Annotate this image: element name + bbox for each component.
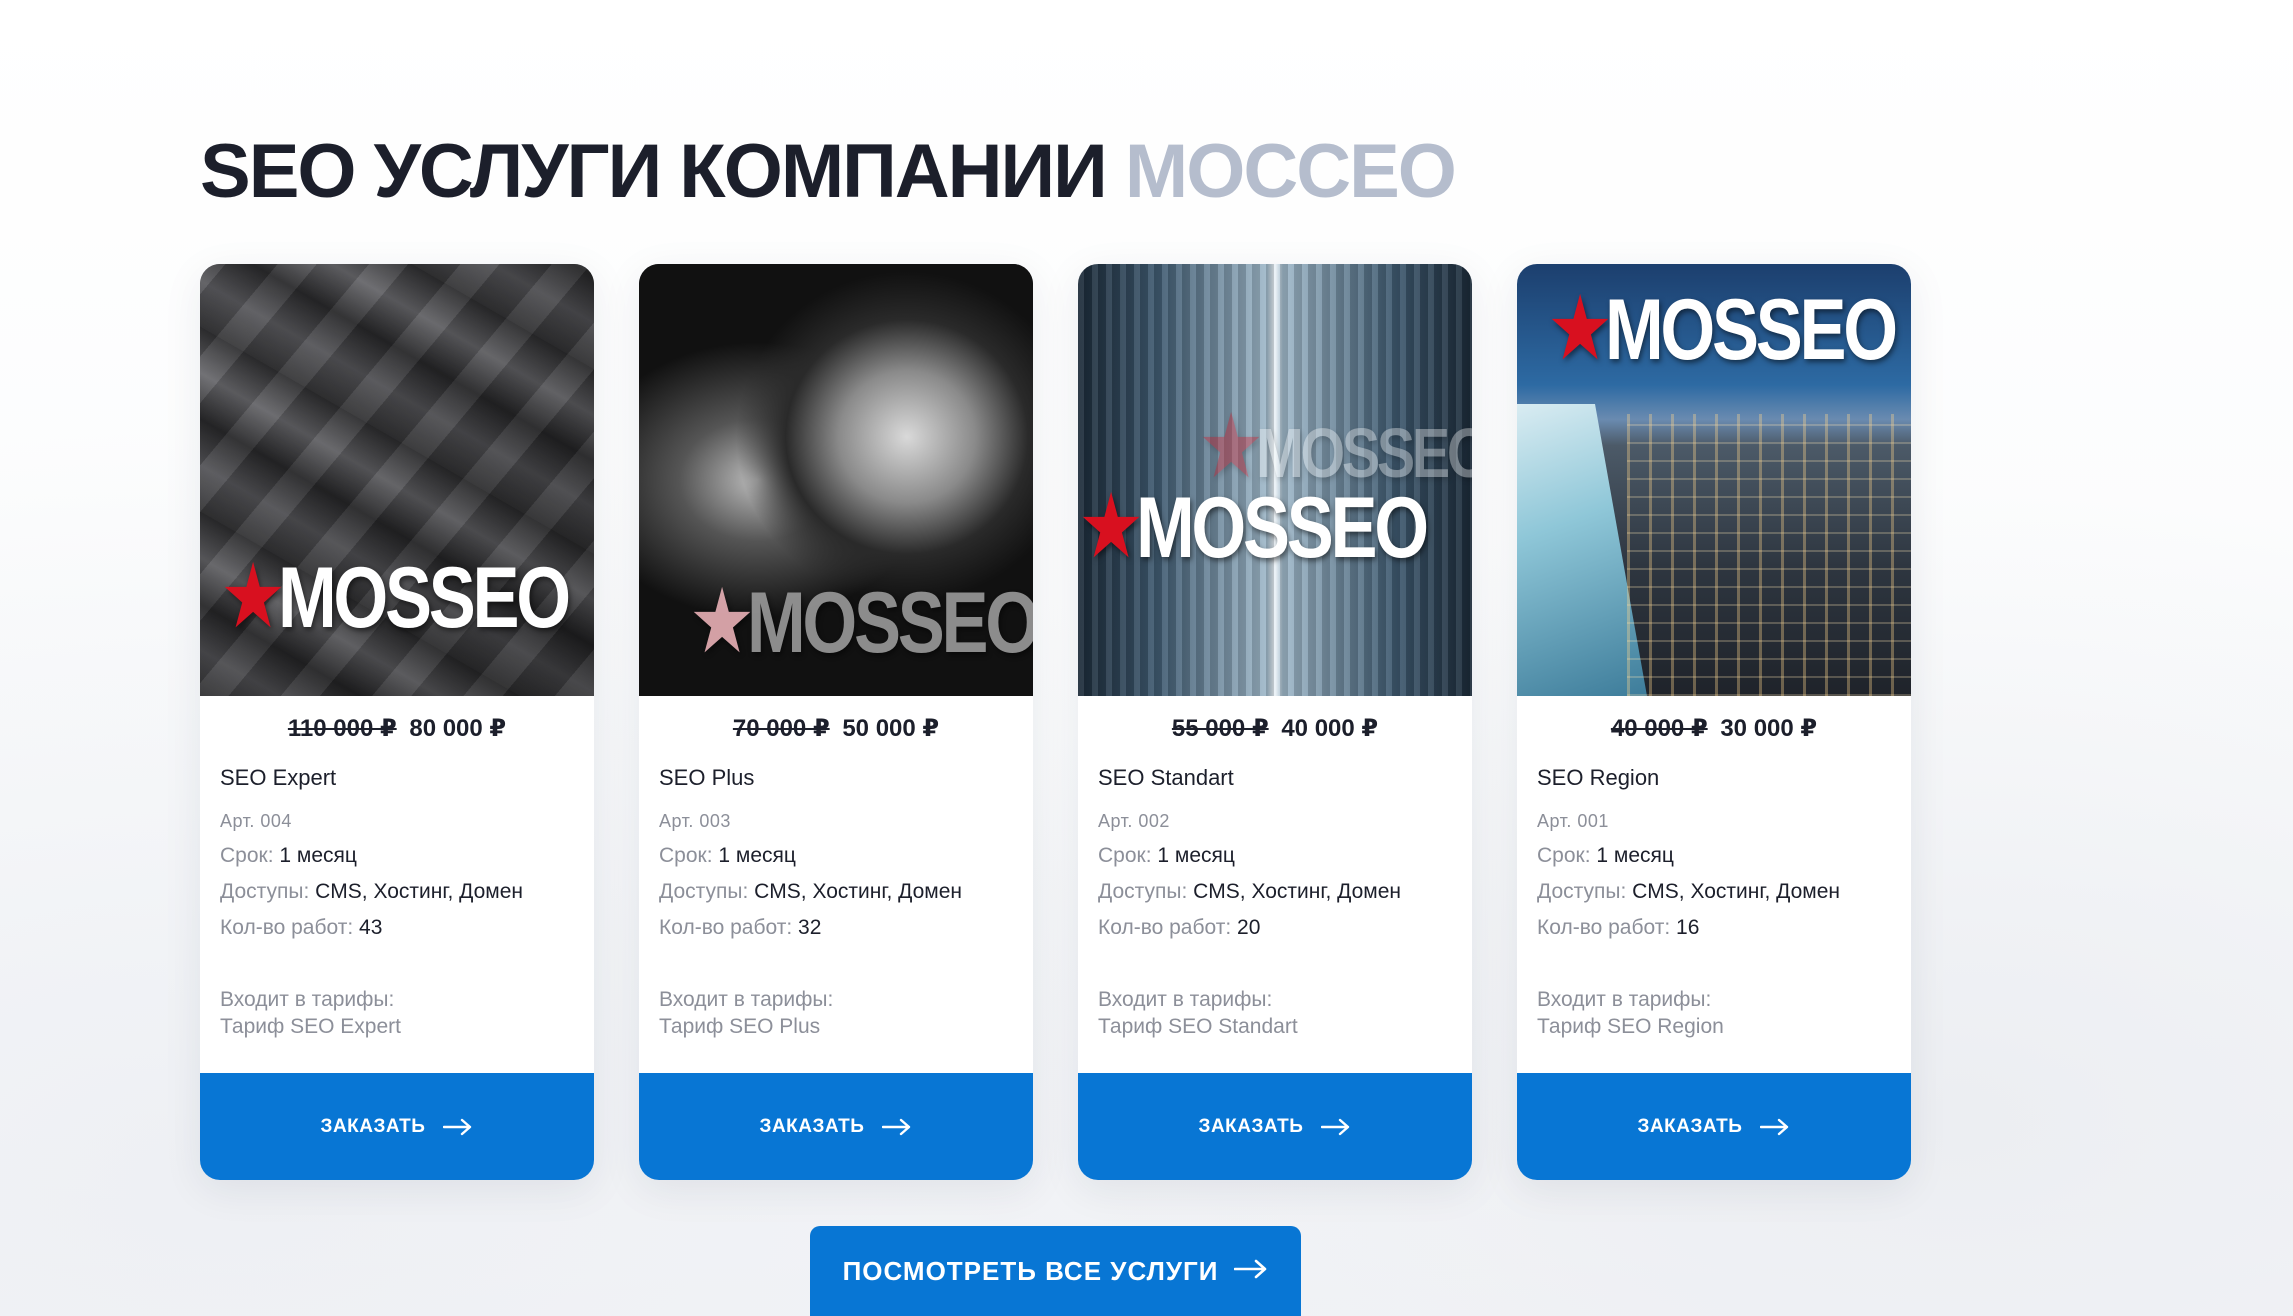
card-article: Арт. 004 (220, 811, 292, 831)
card-article: Арт. 003 (659, 811, 731, 831)
service-cards: ★MOSSEO 110 000 ₽ 80 000 ₽ SEO Expert Ар… (200, 264, 1911, 1180)
card-image: ★MOSSEO ★MOSSEO (1078, 264, 1472, 696)
old-price: 55 000 ₽ (1171, 715, 1269, 742)
card-image: ★MOSSEO (200, 264, 594, 696)
arrow-right-icon (1760, 1118, 1789, 1135)
view-all-services-button[interactable]: ПОСМОТРЕТЬ ВСЕ УСЛУГИ (810, 1226, 1301, 1316)
old-price: 110 000 ₽ (287, 715, 397, 742)
service-card-seo-plus[interactable]: ★MOSSEO 70 000 ₽ 50 000 ₽ SEO Plus Арт. … (639, 264, 1033, 1180)
tariff-link[interactable]: Тариф SEO Standart (1098, 1013, 1452, 1040)
card-tariffs: Входит в тарифы: Тариф SEO Region (1537, 986, 1891, 1040)
card-title[interactable]: SEO Expert (220, 765, 574, 791)
card-term: Срок: 1 месяц (659, 844, 796, 867)
card-works: Кол-во работ: 16 (1537, 916, 1700, 939)
card-tariffs: Входит в тарифы: Тариф SEO Expert (220, 986, 574, 1040)
card-prices: 55 000 ₽ 40 000 ₽ (1078, 714, 1472, 743)
arrow-right-icon (882, 1118, 911, 1135)
card-title[interactable]: SEO Region (1537, 765, 1891, 791)
service-card-seo-expert[interactable]: ★MOSSEO 110 000 ₽ 80 000 ₽ SEO Expert Ар… (200, 264, 594, 1180)
mosseo-logo: ★MOSSEO (220, 544, 571, 649)
card-image: ★MOSSEO (1517, 264, 1911, 696)
old-price: 40 000 ₽ (1610, 715, 1708, 742)
card-access: Доступы: CMS, Хостинг, Домен (659, 880, 962, 903)
arrow-right-icon (443, 1118, 472, 1135)
star-icon: ★ (689, 572, 755, 672)
services-section: SEO УСЛУГИ КОМПАНИИ МОССЕО ★MOSSEO 110 0… (0, 0, 2293, 1316)
mosseo-logo: ★MOSSEO (1547, 276, 1898, 381)
service-card-seo-region[interactable]: ★MOSSEO 40 000 ₽ 30 000 ₽ SEO Region Арт… (1517, 264, 1911, 1180)
order-button[interactable]: ЗАКАЗАТЬ (200, 1073, 594, 1180)
order-button[interactable]: ЗАКАЗАТЬ (1517, 1073, 1911, 1180)
section-title-main: SEO УСЛУГИ КОМПАНИИ (200, 129, 1108, 214)
arrow-right-icon (1321, 1118, 1350, 1135)
card-tariffs: Входит в тарифы: Тариф SEO Standart (1098, 986, 1452, 1040)
mosseo-logo: ★MOSSEO (689, 569, 1033, 674)
card-access: Доступы: CMS, Хостинг, Домен (220, 880, 523, 903)
tariff-link[interactable]: Тариф SEO Expert (220, 1013, 574, 1040)
tariff-link[interactable]: Тариф SEO Region (1537, 1013, 1891, 1040)
tariff-link[interactable]: Тариф SEO Plus (659, 1013, 1013, 1040)
card-title[interactable]: SEO Plus (659, 765, 1013, 791)
card-works: Кол-во работ: 20 (1098, 916, 1261, 939)
star-icon: ★ (1078, 477, 1144, 577)
card-prices: 110 000 ₽ 80 000 ₽ (200, 714, 594, 743)
card-term: Срок: 1 месяц (1098, 844, 1235, 867)
current-price: 30 000 ₽ (1720, 715, 1818, 742)
card-term: Срок: 1 месяц (1537, 844, 1674, 867)
card-prices: 70 000 ₽ 50 000 ₽ (639, 714, 1033, 743)
card-article: Арт. 002 (1098, 811, 1170, 831)
card-access: Доступы: CMS, Хостинг, Домен (1537, 880, 1840, 903)
card-access: Доступы: CMS, Хостинг, Домен (1098, 880, 1401, 903)
card-prices: 40 000 ₽ 30 000 ₽ (1517, 714, 1911, 743)
order-button[interactable]: ЗАКАЗАТЬ (1078, 1073, 1472, 1180)
old-price: 70 000 ₽ (732, 715, 830, 742)
card-tariffs: Входит в тарифы: Тариф SEO Plus (659, 986, 1013, 1040)
card-title[interactable]: SEO Standart (1098, 765, 1452, 791)
current-price: 80 000 ₽ (409, 715, 507, 742)
card-works: Кол-во работ: 32 (659, 916, 822, 939)
star-icon: ★ (220, 547, 286, 647)
arrow-right-icon (1234, 1259, 1267, 1279)
section-title-accent: МОССЕО (1124, 129, 1457, 214)
current-price: 50 000 ₽ (842, 715, 940, 742)
mosseo-logo: ★MOSSEO (1078, 474, 1429, 579)
card-works: Кол-во работ: 43 (220, 916, 383, 939)
current-price: 40 000 ₽ (1281, 715, 1379, 742)
card-term: Срок: 1 месяц (220, 844, 357, 867)
section-title: SEO УСЛУГИ КОМПАНИИ МОССЕО (200, 128, 1457, 215)
service-card-seo-standart[interactable]: ★MOSSEO ★MOSSEO 55 000 ₽ 40 000 ₽ SEO St… (1078, 264, 1472, 1180)
card-article: Арт. 001 (1537, 811, 1609, 831)
card-image: ★MOSSEO (639, 264, 1033, 696)
order-button[interactable]: ЗАКАЗАТЬ (639, 1073, 1033, 1180)
star-icon: ★ (1547, 279, 1613, 379)
